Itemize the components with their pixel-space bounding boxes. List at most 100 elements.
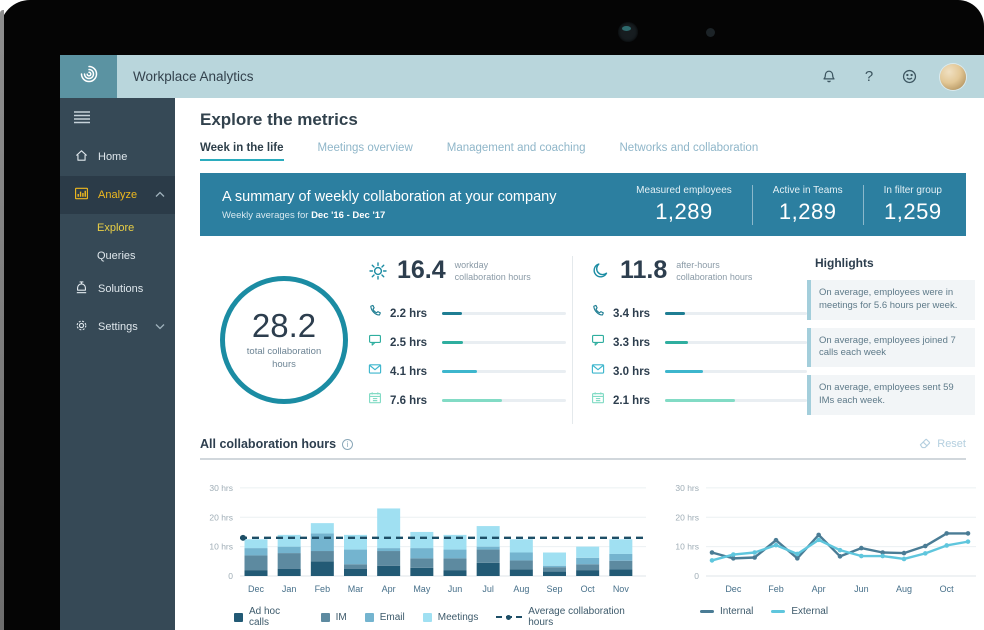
im-progress-bar (442, 341, 566, 344)
svg-text:Jun: Jun (448, 584, 463, 594)
after-hours-value: 11.8 (620, 256, 668, 284)
help-icon[interactable]: ? (860, 68, 878, 86)
banner-subtitle: Weekly averages for Dec '16 - Dec '17 (222, 210, 616, 221)
line-chart-svg: 0 10 hrs 20 hrs 30 hrs Dec Feb Apr Jun Aug Oct (675, 483, 976, 594)
im-icon (368, 333, 382, 352)
stat-active-in-teams: Active in Teams 1,289 (751, 184, 863, 225)
im-progress-bar (665, 341, 807, 344)
tab-bar: Week in the life Meetings overview Manag… (200, 142, 966, 161)
app-window: Workplace Analytics ? Home Analyze Explo… (60, 55, 984, 630)
workday-email-row: 4.1 hrs (368, 362, 566, 381)
svg-text:Jul: Jul (482, 584, 494, 594)
camera-glint (622, 26, 631, 31)
app-title: Workplace Analytics (133, 69, 254, 84)
banner-date-range: Dec '16 - Dec '17 (311, 209, 386, 221)
info-icon[interactable]: i (342, 438, 354, 450)
meetings-progress-bar (442, 399, 566, 402)
top-bar: Workplace Analytics ? (60, 55, 984, 98)
sidebar-nav: Home Analyze Explore Queries Solutions S… (60, 98, 175, 630)
legend-ad-hoc-calls: Ad hoc calls (234, 606, 303, 628)
svg-text:Dec: Dec (248, 584, 265, 594)
legend-internal: Internal (700, 606, 753, 617)
bar-chart-legend: Ad hoc calls IM Email Meetings Average c… (234, 606, 652, 628)
tab-networks-and-collaboration[interactable]: Networks and collaboration (620, 142, 759, 161)
svg-text:Jun: Jun (854, 584, 869, 594)
summary-banner: A summary of weekly collaboration at you… (200, 173, 966, 236)
email-progress-bar (665, 370, 807, 373)
user-avatar[interactable] (940, 63, 966, 90)
svg-text:0: 0 (228, 571, 233, 581)
sidebar-item-label: Home (98, 151, 128, 163)
screenshot-stage: Workplace Analytics ? Home Analyze Explo… (0, 0, 984, 630)
topbar-icons: ? (820, 55, 984, 98)
workday-im-row: 2.5 hrs (368, 333, 566, 352)
sidebar-item-solutions[interactable]: Solutions (60, 270, 175, 308)
sidebar-item-label: Analyze (98, 189, 138, 201)
weekly-metrics-row: 28.2 total collaboration hours 16.4 work… (200, 236, 975, 432)
after-meetings-row: 2.1 hrs (591, 391, 807, 410)
stat-measured-employees: Measured employees 1,289 (636, 184, 732, 224)
sidebar-item-explore[interactable]: Explore (60, 214, 175, 242)
meetings-progress-bar (665, 399, 807, 402)
tab-meetings-overview[interactable]: Meetings overview (318, 142, 413, 161)
svg-text:Jan: Jan (282, 584, 297, 594)
after-hours-metrics: 11.8 after-hours collaboration hours 3.4… (591, 256, 807, 424)
svg-text:Dec: Dec (725, 584, 742, 594)
svg-text:Sep: Sep (546, 584, 562, 594)
average-line-marker (496, 615, 523, 620)
svg-text:Aug: Aug (896, 584, 912, 594)
total-hours-label: total collaboration hours (246, 345, 322, 370)
svg-text:20 hrs: 20 hrs (675, 512, 699, 522)
email-icon (591, 362, 605, 381)
highlight-card: On average, employees were in meetings f… (807, 280, 975, 320)
hamburger-menu-icon[interactable] (60, 98, 175, 138)
workday-hours-label: workday collaboration hours (454, 260, 531, 282)
total-hours-value: 28.2 (251, 306, 317, 344)
feedback-smiley-icon[interactable] (900, 68, 918, 86)
meetings-icon (368, 391, 382, 410)
chevron-up-icon[interactable] (155, 189, 165, 201)
after-im-row: 3.3 hrs (591, 333, 807, 352)
total-collaboration-circle: 28.2 total collaboration hours (200, 256, 368, 424)
sidebar-item-settings[interactable]: Settings (60, 308, 175, 346)
legend-email: Email (364, 612, 405, 623)
metrics-divider (572, 256, 573, 424)
tab-management-and-coaching[interactable]: Management and coaching (447, 142, 586, 161)
tablet-sensor-dot (706, 28, 715, 37)
banner-text: A summary of weekly collaboration at you… (222, 189, 616, 221)
legend-average-line: Average collaboration hours (496, 606, 652, 628)
solutions-flask-icon (74, 280, 89, 298)
sidebar-item-home[interactable]: Home (60, 138, 175, 176)
sidebar-item-queries[interactable]: Queries (60, 242, 175, 270)
workday-metrics: 16.4 workday collaboration hours 2.2 hrs (368, 256, 566, 424)
svg-text:30 hrs: 30 hrs (209, 483, 233, 493)
stacked-bar-chart[interactable]: 0 10 hrs 20 hrs 30 hrs Dec Jan Feb Mar Apr May Jun… (200, 468, 652, 628)
workday-meetings-row: 7.6 hrs (368, 391, 566, 410)
tab-week-in-the-life[interactable]: Week in the life (200, 142, 284, 161)
calls-progress-bar (442, 312, 566, 315)
email-progress-bar (442, 370, 566, 373)
after-hours-label: after-hours collaboration hours (676, 260, 753, 282)
line-chart-legend: Internal External (700, 606, 984, 617)
svg-text:Feb: Feb (315, 584, 331, 594)
banner-subtitle-prefix: Weekly averages for (222, 209, 309, 221)
after-email-row: 3.0 hrs (591, 362, 807, 381)
after-calls-row: 3.4 hrs (591, 304, 807, 323)
svg-text:0: 0 (694, 571, 699, 581)
svg-text:Apr: Apr (812, 584, 826, 594)
sidebar-item-analyze[interactable]: Analyze (60, 176, 175, 214)
im-icon (591, 333, 605, 352)
svg-text:Feb: Feb (768, 584, 784, 594)
svg-text:Oct: Oct (940, 584, 955, 594)
tablet-edge (0, 10, 4, 630)
main-content: Explore the metrics Week in the life Mee… (175, 98, 984, 630)
reset-button[interactable]: Reset (919, 436, 966, 452)
legend-external: External (771, 606, 828, 617)
notifications-bell-icon[interactable] (820, 68, 838, 86)
chevron-down-icon[interactable] (155, 321, 165, 333)
workplace-analytics-logo[interactable] (60, 55, 117, 98)
sun-icon (368, 261, 388, 286)
svg-text:May: May (413, 584, 431, 594)
highlights-title: Highlights (815, 256, 874, 270)
internal-external-line-chart[interactable]: 0 10 hrs 20 hrs 30 hrs Dec Feb Apr Jun Aug Oct In… (666, 468, 984, 628)
